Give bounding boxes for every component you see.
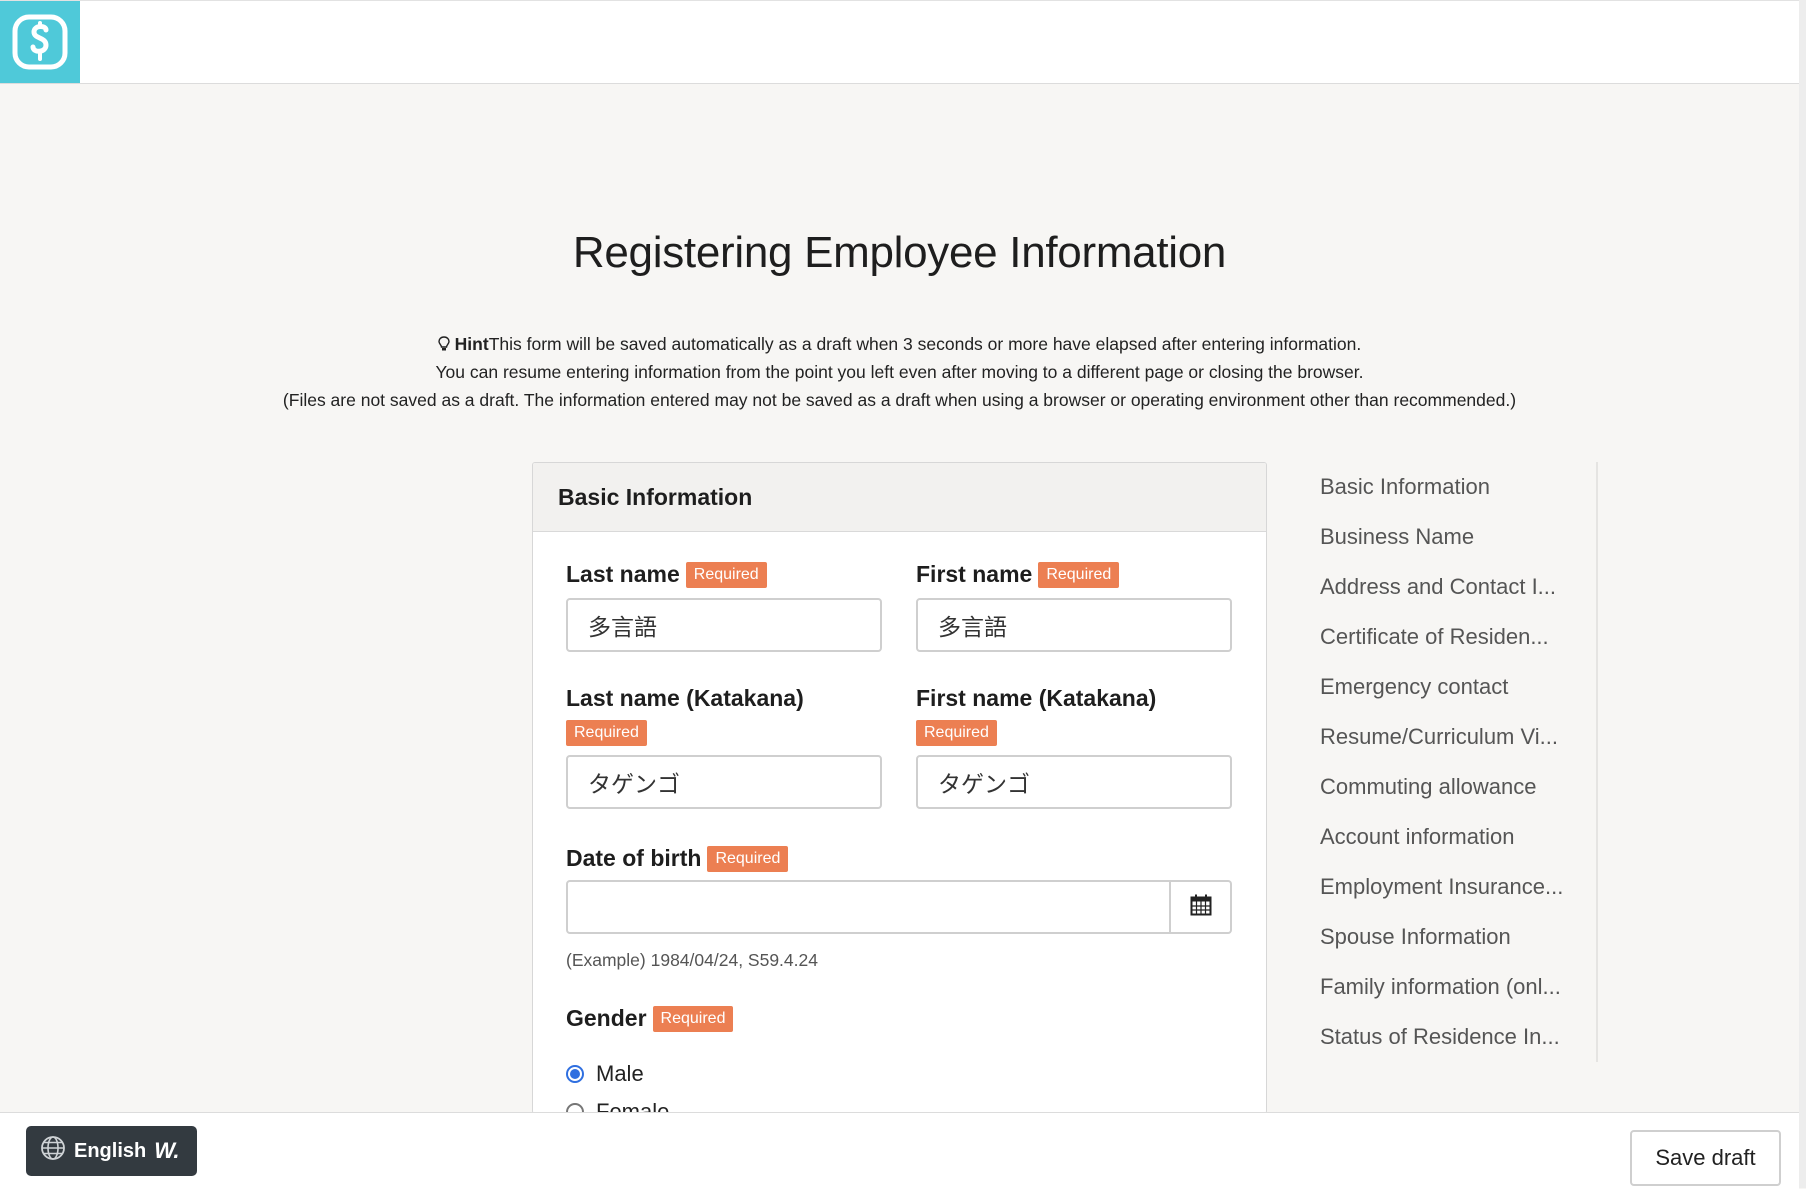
last-name-kana-label: Last name (Katakana) bbox=[566, 685, 804, 711]
last-name-kana-input[interactable]: タゲンゴ bbox=[566, 755, 882, 809]
radio-male[interactable] bbox=[566, 1065, 584, 1083]
nav-item-family-information[interactable]: Family information (onl... bbox=[1320, 974, 1561, 1000]
section-nav: Basic Information Business Name Address … bbox=[1320, 462, 1622, 1062]
first-name-label-text: First name bbox=[916, 561, 1033, 587]
nav-item-resume[interactable]: Resume/Curriculum Vi... bbox=[1320, 724, 1558, 750]
top-header bbox=[0, 0, 1799, 84]
nav-item-address-contact[interactable]: Address and Contact I... bbox=[1320, 574, 1556, 600]
first-name-kana-input[interactable]: タゲンゴ bbox=[916, 755, 1232, 809]
required-badge: Required bbox=[916, 720, 997, 746]
footer-bar: English W. Save draft bbox=[0, 1112, 1799, 1189]
page-title: Registering Employee Information bbox=[572, 228, 1227, 277]
hint-text: HintThis form will be saved automaticall… bbox=[0, 330, 1799, 414]
required-badge: Required bbox=[1038, 561, 1120, 588]
calendar-icon bbox=[1190, 894, 1212, 921]
required-badge: Required bbox=[685, 561, 767, 588]
page-scrollbar[interactable] bbox=[1799, 0, 1806, 1188]
last-name-label-text: Last name bbox=[566, 561, 680, 587]
hint-line-3: (Files are not saved as a draft. The inf… bbox=[282, 390, 1517, 410]
section-nav-scrollbar[interactable] bbox=[1596, 462, 1622, 1062]
hint-line-1: This form will be saved automatically as… bbox=[488, 334, 1362, 354]
gender-label: Gender Required bbox=[566, 1005, 734, 1032]
nav-item-employment-insurance[interactable]: Employment Insurance... bbox=[1320, 874, 1563, 900]
s-logo-icon[interactable] bbox=[0, 1, 80, 83]
language-label: English bbox=[74, 1139, 147, 1162]
section-title: Basic Information bbox=[533, 463, 1266, 532]
hint-label: Hint bbox=[454, 334, 489, 354]
last-name-label: Last name Required bbox=[566, 561, 767, 588]
hint-line-2: You can resume entering information from… bbox=[435, 362, 1364, 382]
nav-item-business-name[interactable]: Business Name bbox=[1320, 524, 1474, 550]
calendar-button[interactable] bbox=[1171, 880, 1232, 934]
nav-item-emergency-contact[interactable]: Emergency contact bbox=[1320, 674, 1508, 700]
nav-item-spouse-information[interactable]: Spouse Information bbox=[1320, 924, 1511, 950]
lightbulb-icon bbox=[438, 334, 455, 354]
first-name-input[interactable]: 多言語 bbox=[916, 598, 1232, 652]
required-badge: Required bbox=[566, 720, 647, 746]
first-name-label: First name Required bbox=[916, 561, 1120, 588]
date-of-birth-input[interactable] bbox=[566, 880, 1171, 934]
gender-label-text: Gender bbox=[566, 1005, 647, 1031]
nav-item-certificate-residence[interactable]: Certificate of Residen... bbox=[1320, 624, 1549, 650]
globe-icon bbox=[40, 1135, 66, 1167]
dob-example: (Example) 1984/04/24, S59.4.24 bbox=[566, 950, 818, 970]
required-badge: Required bbox=[652, 1005, 734, 1032]
dob-label-text: Date of birth bbox=[566, 845, 702, 871]
brand-mark: W. bbox=[154, 1138, 180, 1163]
language-selector[interactable]: English W. bbox=[26, 1126, 197, 1176]
dob-label: Date of birth Required bbox=[566, 845, 789, 872]
nav-item-status-residence[interactable]: Status of Residence In... bbox=[1320, 1024, 1560, 1050]
gender-option-male[interactable]: Male bbox=[566, 1061, 644, 1087]
nav-item-commuting-allowance[interactable]: Commuting allowance bbox=[1320, 774, 1536, 800]
required-badge: Required bbox=[707, 845, 789, 872]
gender-option-male-label: Male bbox=[596, 1061, 644, 1086]
nav-item-basic-information[interactable]: Basic Information bbox=[1320, 474, 1490, 500]
save-draft-button[interactable]: Save draft bbox=[1630, 1130, 1781, 1186]
nav-item-account-information[interactable]: Account information bbox=[1320, 824, 1514, 850]
first-name-kana-label: First name (Katakana) bbox=[916, 685, 1157, 711]
last-name-input[interactable]: 多言語 bbox=[566, 598, 882, 652]
basic-information-panel: Basic Information Last name Required 多言語… bbox=[532, 462, 1267, 1114]
